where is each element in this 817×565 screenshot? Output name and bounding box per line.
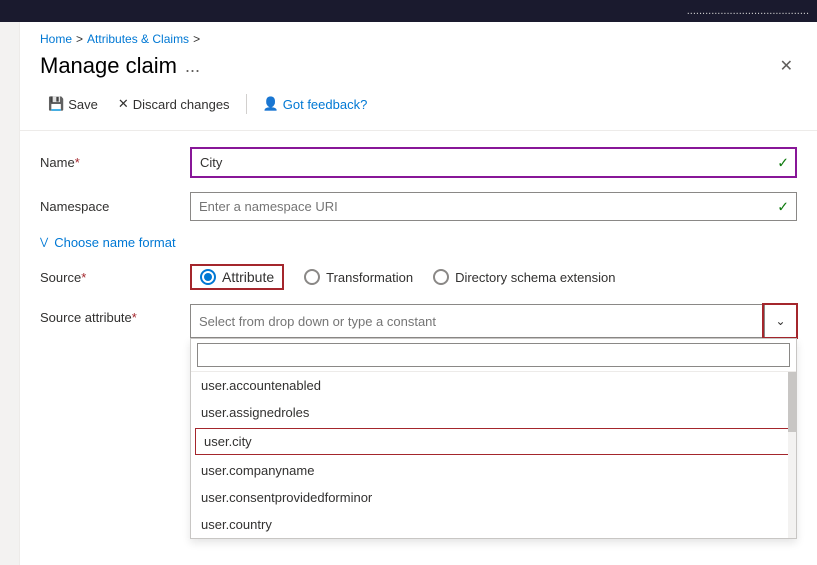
feedback-icon: 👤 — [263, 96, 279, 112]
breadcrumb-attrs[interactable]: Attributes & Claims — [87, 32, 189, 46]
name-required: * — [75, 155, 80, 170]
source-radio-group: Attribute Transformation Directory schem… — [190, 264, 615, 290]
list-item-city[interactable]: user.city — [195, 428, 792, 455]
close-button[interactable]: ✕ — [776, 52, 797, 80]
discard-button[interactable]: ✕ Discard changes — [110, 92, 238, 116]
page-title: Manage claim — [40, 53, 177, 79]
source-transformation-option[interactable]: Transformation — [304, 269, 413, 285]
source-label: Source* — [40, 270, 190, 285]
save-button[interactable]: 💾 Save — [40, 92, 106, 116]
source-attr-dropdown-main: ⌄ — [190, 304, 797, 338]
choose-name-format-label: Choose name format — [54, 235, 175, 250]
list-item[interactable]: user.accountenabled — [191, 372, 796, 399]
namespace-check-icon: ✓ — [777, 198, 789, 215]
scrollbar-track — [788, 372, 796, 538]
list-item[interactable]: user.consentprovidedforminor — [191, 484, 796, 511]
list-item[interactable]: user.country — [191, 511, 796, 538]
scrollbar-thumb[interactable] — [788, 372, 796, 432]
dropdown-list: user.accountenabled user.assignedroles u… — [191, 372, 796, 538]
breadcrumb: Home > Attributes & Claims > — [20, 22, 817, 52]
breadcrumb-sep2: > — [193, 32, 200, 46]
save-label: Save — [68, 97, 98, 112]
breadcrumb-home[interactable]: Home — [40, 32, 72, 46]
chevron-down-icon: ⋁ — [40, 237, 48, 248]
choose-name-format-row[interactable]: ⋁ Choose name format — [40, 235, 797, 250]
page-title-row: Manage claim ... ✕ — [20, 52, 817, 92]
toolbar-separator — [246, 94, 247, 114]
page-more-button[interactable]: ... — [185, 56, 200, 77]
attribute-radio-label: Attribute — [222, 269, 274, 285]
feedback-button[interactable]: 👤 Got feedback? — [255, 92, 376, 116]
source-attr-dropdown-wrap: ⌄ user.accountenabled user.assignedroles… — [190, 304, 797, 338]
transformation-radio-circle — [304, 269, 320, 285]
save-icon: 💾 — [48, 96, 64, 112]
name-label: Name* — [40, 155, 190, 170]
name-input-wrap: ✓ — [190, 147, 797, 178]
main-content: Home > Attributes & Claims > Manage clai… — [20, 22, 817, 565]
source-attr-dropdown-button[interactable]: ⌄ — [764, 305, 796, 337]
source-row: Source* Attribute Transformation — [40, 264, 797, 290]
name-row: Name* ✓ — [40, 147, 797, 178]
directory-radio-circle — [433, 269, 449, 285]
toolbar: 💾 Save ✕ Discard changes 👤 Got feedback? — [20, 92, 817, 131]
namespace-row: Namespace ✓ — [40, 192, 797, 221]
source-required: * — [81, 270, 86, 285]
source-attr-required: * — [132, 310, 137, 325]
source-attr-input[interactable] — [191, 308, 764, 335]
list-item[interactable]: user.assignedroles — [191, 399, 796, 426]
source-attribute-option[interactable]: Attribute — [190, 264, 284, 290]
sidebar — [0, 22, 20, 565]
source-attr-label: Source attribute* — [40, 304, 190, 325]
discard-icon: ✕ — [118, 96, 129, 112]
breadcrumb-sep1: > — [76, 32, 83, 46]
directory-radio-label: Directory schema extension — [455, 270, 615, 285]
namespace-input-wrap: ✓ — [190, 192, 797, 221]
attribute-radio-circle — [200, 269, 216, 285]
namespace-label: Namespace — [40, 199, 190, 214]
dropdown-search-area — [191, 339, 796, 372]
source-attribute-row: Source attribute* ⌄ user.accountenabled — [40, 304, 797, 338]
dropdown-search-input[interactable] — [197, 343, 790, 367]
form-area: Name* ✓ Namespace ✓ ⋁ Choose name format — [20, 131, 817, 338]
source-attr-dropdown-panel: user.accountenabled user.assignedroles u… — [190, 338, 797, 539]
discard-label: Discard changes — [133, 97, 230, 112]
transformation-radio-label: Transformation — [326, 270, 413, 285]
top-bar: ........................................ — [0, 0, 817, 22]
namespace-input[interactable] — [190, 192, 797, 221]
top-bar-text: ........................................ — [687, 5, 809, 17]
name-check-icon: ✓ — [777, 154, 789, 171]
feedback-label: Got feedback? — [283, 97, 368, 112]
name-input[interactable] — [190, 147, 797, 178]
list-item[interactable]: user.companyname — [191, 457, 796, 484]
source-directory-option[interactable]: Directory schema extension — [433, 269, 615, 285]
